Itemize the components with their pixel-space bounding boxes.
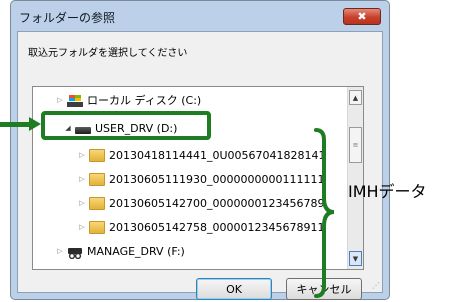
tree-item-label: 20130605142758_0000012345678911	[109, 220, 325, 234]
expand-arrow-icon[interactable]: ▷	[55, 95, 65, 105]
expand-arrow-icon[interactable]: ▷	[77, 150, 87, 160]
folder-icon	[89, 148, 105, 162]
scroll-up-button[interactable]: ▲	[349, 90, 362, 105]
tree-item-local-disk-c[interactable]: ▷ ローカル ディスク (C:)	[55, 89, 201, 111]
network-drive-icon	[67, 245, 83, 259]
tree-item-label: 20130605111930_0000000000111111	[109, 172, 325, 186]
tree-item-folder[interactable]: ▷ 20130605142700_0000000123456789	[77, 192, 324, 214]
close-icon: ✖	[357, 10, 367, 23]
folder-icon	[89, 196, 105, 210]
resize-grip-icon[interactable]: ⋰	[372, 282, 380, 290]
pointer-arrow-head-icon	[29, 117, 41, 131]
expand-arrow-icon[interactable]: ▷	[77, 174, 87, 184]
scroll-down-button[interactable]: ▼	[349, 251, 362, 266]
tree-item-label: 20130605142700_0000000123456789	[109, 196, 325, 210]
title-bar: フォルダーの参照 ✖	[11, 1, 389, 35]
tree-item-manage-drv-f[interactable]: ▷ MANAGE_DRV (F:)	[55, 240, 185, 262]
pointer-arrow	[0, 122, 31, 127]
tree-item-label: 20130418114441_0U00567041828141	[109, 148, 326, 162]
dialog-title: フォルダーの参照	[19, 11, 116, 25]
expand-arrow-icon[interactable]: ▷	[77, 222, 87, 232]
tree-item-folder[interactable]: ▷ 20130605142758_0000012345678911	[77, 216, 324, 238]
ok-button[interactable]: OK	[196, 278, 272, 300]
expand-arrow-icon[interactable]: ▷	[55, 246, 65, 256]
tree-item-label: ローカル ディスク (C:)	[87, 94, 202, 107]
annotation-label: IMHデータ	[348, 182, 427, 201]
tree-item-folder[interactable]: ▷ 20130418114441_0U00567041828141	[77, 144, 326, 166]
folder-icon	[89, 172, 105, 186]
drive-icon	[67, 94, 83, 107]
tree-item-label: MANAGE_DRV (F:)	[87, 244, 185, 258]
curly-brace-icon	[314, 128, 335, 298]
instruction-text: 取込元フォルダを選択してください	[28, 48, 188, 59]
scroll-thumb[interactable]: ≡	[349, 127, 362, 163]
folder-icon	[89, 220, 105, 234]
close-button[interactable]: ✖	[343, 8, 381, 25]
tree-item-folder[interactable]: ▷ 20130605111930_0000000000111111	[77, 168, 324, 190]
expand-arrow-icon[interactable]: ▷	[77, 198, 87, 208]
selected-drive-highlight	[41, 111, 211, 140]
